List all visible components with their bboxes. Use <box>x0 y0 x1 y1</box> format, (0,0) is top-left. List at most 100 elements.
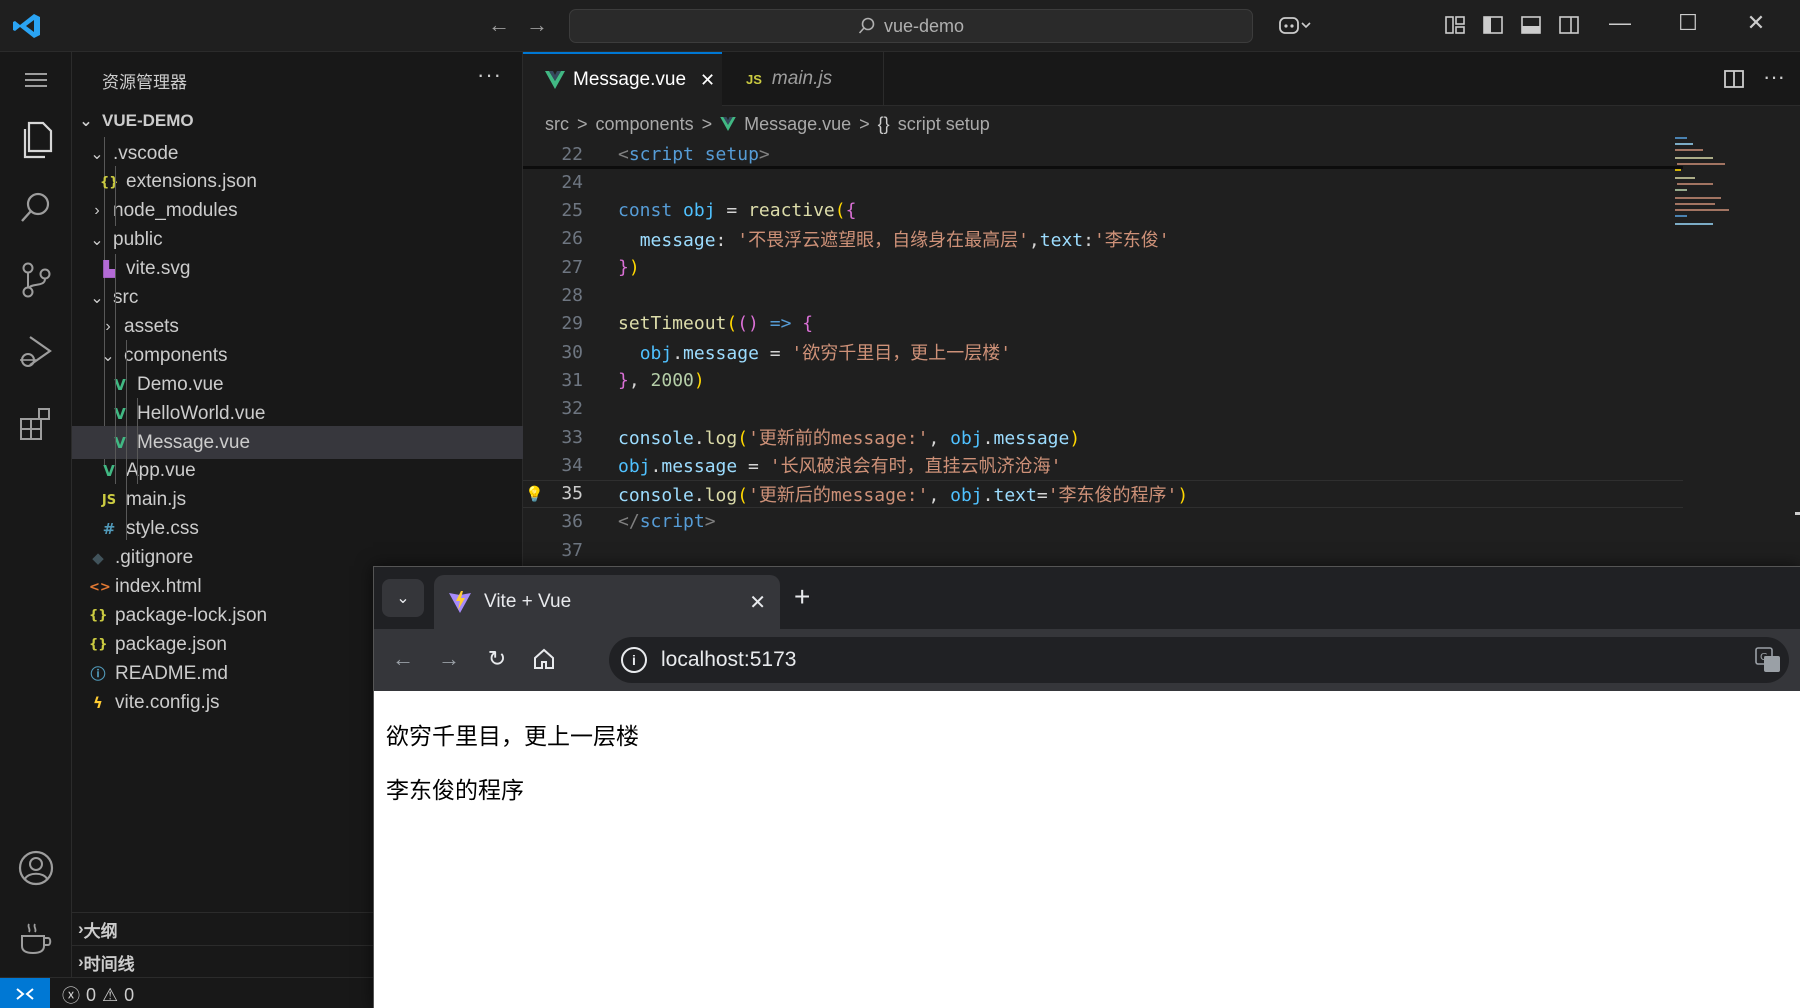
address-bar[interactable]: i localhost:5173 G <box>609 637 1789 683</box>
code-line[interactable]: 28 <box>523 282 1683 310</box>
code-token: reactive <box>748 200 835 222</box>
line-number: 31 <box>561 369 583 391</box>
code-token: obj <box>950 484 983 506</box>
chevron-down-icon: ⌄ <box>396 590 410 607</box>
code-line[interactable]: 26 message: '不畏浮云遮望眼，自缘身在最高层',text:'李东俊' <box>523 225 1683 253</box>
copilot-icon[interactable] <box>1278 14 1312 36</box>
code-line[interactable]: 35 💡 console.log('更新后的message:', obj.text=… <box>523 479 1683 508</box>
site-info-icon[interactable]: i <box>621 647 647 673</box>
address-bar-url: localhost:5173 <box>661 648 797 671</box>
vite-config-icon: ϟ <box>93 693 103 712</box>
browser-back-icon[interactable]: ← <box>388 646 418 672</box>
explorer-root-folder[interactable]: ⌄ VUE-DEMO <box>72 104 523 137</box>
tree-item-label: vite.config.js <box>115 691 220 713</box>
code-line[interactable]: 30 obj.message = '欲穷千里目，更上一层楼' <box>523 338 1683 366</box>
line-number: 26 <box>561 228 583 250</box>
code-line[interactable]: 34 obj.message = '长风破浪会有时，直挂云帆济沧海' <box>523 451 1683 479</box>
toggle-primary-sidebar-icon[interactable] <box>1482 14 1504 36</box>
browser-forward-icon[interactable]: → <box>434 646 464 672</box>
breadcrumb-item[interactable]: script setup <box>898 114 990 135</box>
css-file-icon: # <box>102 520 116 539</box>
translate-icon[interactable]: G <box>1755 647 1781 673</box>
close-browser-tab-icon[interactable]: ✕ <box>749 590 766 615</box>
explorer-more-actions-button[interactable]: ··· <box>477 62 502 88</box>
remote-icon <box>16 987 34 1000</box>
code-line[interactable]: 31}, 2000) <box>523 366 1683 394</box>
code-token: log <box>704 484 738 506</box>
breadcrumb-item[interactable]: Message.vue <box>744 114 851 135</box>
toggle-panel-icon[interactable] <box>1520 14 1542 36</box>
code-line[interactable]: 24 <box>523 168 1683 196</box>
run-debug-icon[interactable] <box>14 330 58 374</box>
source-control-icon[interactable] <box>14 258 58 302</box>
code-token: , <box>628 369 651 391</box>
code-token: , <box>928 428 951 449</box>
code-text: const obj = reactive({ <box>618 200 856 221</box>
code-line[interactable]: 29 setTimeout(() => { <box>523 310 1683 338</box>
code-line[interactable]: 25 const obj = reactive({ <box>523 197 1683 225</box>
forward-arrow-icon[interactable]: → <box>526 12 548 38</box>
chevron-down-icon: ⌄ <box>101 347 115 365</box>
code-token: = <box>1036 484 1048 506</box>
vscode-logo-icon[interactable] <box>12 12 42 40</box>
code-line[interactable]: 22 <script setup> <box>523 140 1683 168</box>
split-editor-icon[interactable] <box>1723 68 1745 90</box>
code-line[interactable]: 27}) <box>523 253 1683 281</box>
code-text: }) <box>618 257 640 278</box>
tab-main-js[interactable]: JS main.js <box>722 52 884 106</box>
code-token: setTimeout <box>618 313 727 335</box>
customize-layout-icon[interactable] <box>1444 14 1466 36</box>
tree-item-label: src <box>113 287 139 308</box>
close-window-button[interactable]: ✕ <box>1736 10 1776 36</box>
code-line[interactable]: 33 console.log('更新前的message:', obj.messag… <box>523 423 1683 451</box>
tab-search-button[interactable]: ⌄ <box>382 579 424 617</box>
breadcrumb-item[interactable]: src <box>545 114 569 135</box>
error-count: 0 <box>86 984 97 1005</box>
search-icon[interactable] <box>14 186 58 230</box>
menu-icon[interactable] <box>14 58 58 102</box>
new-tab-button[interactable]: + <box>794 581 810 613</box>
command-center-search[interactable]: vue-demo <box>569 9 1253 43</box>
message-text: 欲穷千里目，更上一层楼 <box>386 724 639 750</box>
code-token: ( <box>737 484 749 506</box>
tree-item-label: main.js <box>126 489 187 511</box>
extensions-icon[interactable] <box>14 402 58 446</box>
minimap[interactable] <box>1673 134 1763 274</box>
code-token: ( <box>726 313 738 335</box>
editor-more-actions-button[interactable]: ··· <box>1763 64 1785 90</box>
tree-item-label: node_modules <box>113 200 238 222</box>
browser-tab[interactable]: Vite + Vue ✕ <box>434 575 780 629</box>
java-projects-icon[interactable] <box>14 916 58 960</box>
code-token: . <box>982 484 994 506</box>
toggle-secondary-sidebar-icon[interactable] <box>1558 14 1580 36</box>
code-line[interactable]: 36 </script> <box>523 508 1683 536</box>
code-token: , <box>1028 229 1040 251</box>
close-tab-icon[interactable]: ✕ <box>700 70 715 91</box>
code-token: . <box>650 456 662 478</box>
accounts-icon[interactable] <box>14 846 58 890</box>
tree-item-label: Demo.vue <box>137 373 224 395</box>
remote-indicator-button[interactable] <box>0 978 50 1008</box>
code-token: message <box>661 456 738 478</box>
code-token: setup <box>704 143 759 165</box>
chevron-right-icon: › <box>94 202 100 220</box>
minimize-button[interactable]: — <box>1600 10 1640 36</box>
home-icon[interactable] <box>532 647 556 671</box>
breadcrumb-item[interactable]: components <box>596 114 694 135</box>
lightbulb-icon[interactable]: 💡 <box>525 485 544 503</box>
code-line[interactable]: 32 <box>523 395 1683 423</box>
breadcrumb-separator: > <box>577 113 588 134</box>
back-arrow-icon[interactable]: ← <box>488 12 510 38</box>
maximize-button[interactable]: ☐ <box>1668 10 1708 36</box>
code-line[interactable]: 37 <box>523 536 1683 564</box>
tab-message-vue[interactable]: Message.vue ✕ <box>523 52 722 106</box>
tree-item-label: package.json <box>115 633 227 655</box>
problems-indicator[interactable]: ⓧ 0 ⚠ 0 <box>62 982 134 1008</box>
tree-item-label: package-lock.json <box>115 604 268 626</box>
reload-icon[interactable]: ↻ <box>482 646 512 672</box>
explorer-icon[interactable] <box>14 118 58 162</box>
vite-favicon-icon <box>449 591 471 613</box>
